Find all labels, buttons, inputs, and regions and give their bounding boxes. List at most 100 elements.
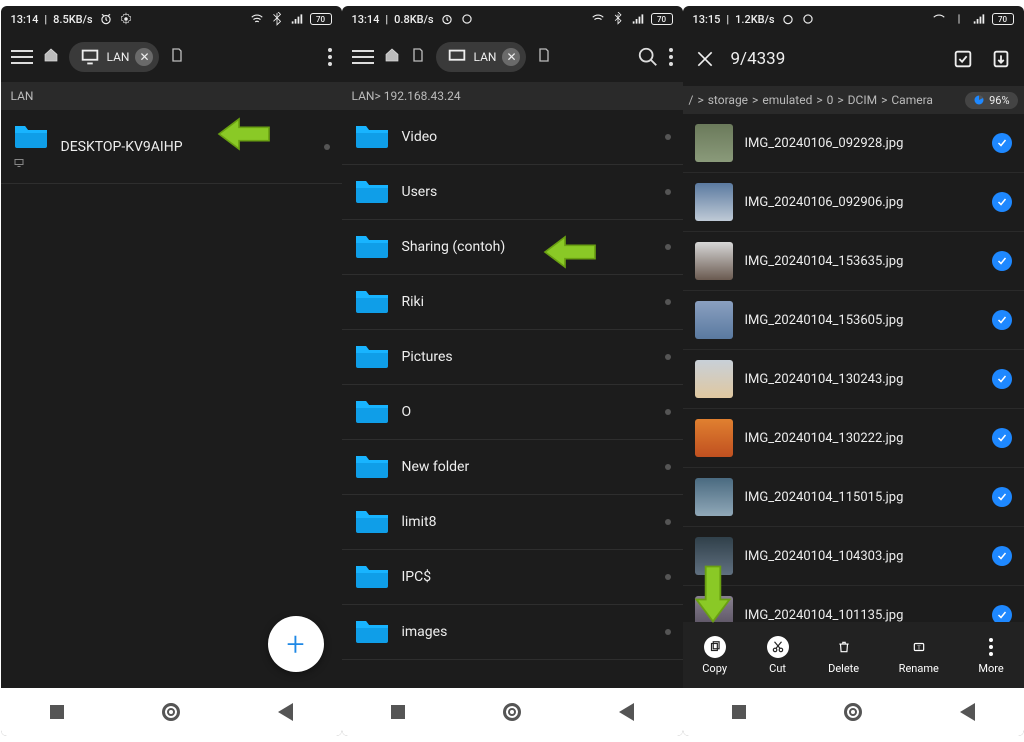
breadcrumb[interactable]: LAN: [1, 82, 342, 110]
crumb-segment[interactable]: >: [697, 93, 703, 107]
recent-apps-button[interactable]: [50, 705, 64, 719]
list-item[interactable]: Pictures: [342, 330, 683, 385]
sort-icon[interactable]: [990, 48, 1012, 70]
pie-icon: [973, 94, 985, 106]
thumbnail: [695, 419, 733, 457]
storage-chip[interactable]: 96%: [965, 92, 1017, 109]
bb-label: More: [978, 662, 1003, 675]
desktop-icon: [13, 154, 49, 173]
list-item[interactable]: DESKTOP-KV9AIHP: [1, 110, 342, 184]
checkmark-icon[interactable]: [992, 369, 1012, 389]
crumb-segment[interactable]: >: [837, 93, 843, 107]
list-item[interactable]: IMG_20240104_153605.jpg: [683, 291, 1024, 350]
checkmark-icon[interactable]: [992, 251, 1012, 271]
folder-icon: [354, 395, 390, 429]
back-button[interactable]: [278, 703, 293, 721]
checkmark-icon[interactable]: [992, 133, 1012, 153]
list-item[interactable]: limit8: [342, 495, 683, 550]
back-button[interactable]: [960, 703, 975, 721]
row-menu-icon[interactable]: [665, 244, 671, 250]
list-item[interactable]: IMG_20240106_092928.jpg: [683, 114, 1024, 173]
list-item[interactable]: IMG_20240104_153635.jpg: [683, 232, 1024, 291]
row-menu-icon[interactable]: [665, 299, 671, 305]
list-item[interactable]: images: [342, 605, 683, 660]
back-button[interactable]: [619, 703, 634, 721]
tab-lan[interactable]: LAN ✕: [69, 42, 160, 72]
row-menu-icon[interactable]: [665, 354, 671, 360]
file-list[interactable]: DESKTOP-KV9AIHP: [1, 110, 342, 688]
list-item[interactable]: Users: [342, 165, 683, 220]
crumb-segment[interactable]: DCIM: [848, 93, 877, 107]
more-button[interactable]: More: [978, 636, 1003, 675]
row-menu-icon[interactable]: [324, 144, 330, 150]
list-item[interactable]: IPC$: [342, 550, 683, 605]
home-icon[interactable]: [384, 47, 400, 67]
home-button[interactable]: [503, 703, 521, 721]
sd-icon-2[interactable]: [536, 47, 552, 67]
checkmark-icon[interactable]: [992, 428, 1012, 448]
close-tab-button[interactable]: ✕: [135, 48, 153, 66]
checkmark-icon[interactable]: [992, 546, 1012, 566]
cut-button[interactable]: Cut: [767, 636, 789, 675]
overflow-menu-icon[interactable]: [669, 48, 673, 66]
folder-icon: [354, 450, 390, 484]
list-item[interactable]: IMG_20240106_092906.jpg: [683, 173, 1024, 232]
list-item[interactable]: Sharing (contoh): [342, 220, 683, 275]
recent-apps-button[interactable]: [391, 705, 405, 719]
row-menu-icon[interactable]: [665, 134, 671, 140]
crumb-segment[interactable]: Camera: [891, 93, 933, 107]
search-icon[interactable]: [637, 46, 659, 68]
checkmark-icon[interactable]: [992, 310, 1012, 330]
overflow-menu-icon[interactable]: [328, 48, 332, 66]
checkmark-icon[interactable]: [992, 192, 1012, 212]
crumb-segment[interactable]: >: [752, 93, 758, 107]
fab-add-button[interactable]: +: [268, 616, 324, 672]
close-tab-button[interactable]: ✕: [502, 48, 520, 66]
home-button[interactable]: [844, 703, 862, 721]
crumb-segment[interactable]: >: [881, 93, 887, 107]
row-menu-icon[interactable]: [665, 629, 671, 635]
breadcrumb[interactable]: LAN> 192.168.43.24: [342, 82, 683, 110]
crumb-segment[interactable]: storage: [708, 93, 748, 107]
row-menu-icon[interactable]: [665, 574, 671, 580]
menu-icon[interactable]: [352, 50, 374, 64]
breadcrumb[interactable]: />storage>emulated>0>DCIM>Camera96%: [683, 86, 1024, 114]
file-list[interactable]: Video Users Sharing (contoh) Riki Pictur…: [342, 110, 683, 688]
list-item[interactable]: Video: [342, 110, 683, 165]
status-net: 1.2KB/s: [735, 13, 774, 26]
list-item[interactable]: O: [342, 385, 683, 440]
bluetooth-icon: [611, 12, 625, 26]
menu-icon[interactable]: [11, 50, 33, 64]
recent-apps-button[interactable]: [732, 705, 746, 719]
home-button[interactable]: [162, 703, 180, 721]
crumb-segment[interactable]: >: [816, 93, 822, 107]
tab-lan[interactable]: LAN ✕: [436, 42, 527, 72]
crumb-segment[interactable]: emulated: [762, 93, 812, 107]
row-menu-icon[interactable]: [665, 519, 671, 525]
screen-3: 13:15 | 1.2KB/s 70 9/4339 />storage>emul…: [683, 6, 1024, 736]
sd-icon[interactable]: [410, 47, 426, 67]
close-icon[interactable]: [695, 49, 715, 69]
list-item[interactable]: IMG_20240104_130222.jpg: [683, 409, 1024, 468]
row-menu-icon[interactable]: [665, 464, 671, 470]
sd-icon[interactable]: [169, 47, 185, 67]
list-item[interactable]: IMG_20240104_130243.jpg: [683, 350, 1024, 409]
list-item[interactable]: New folder: [342, 440, 683, 495]
list-item[interactable]: Riki: [342, 275, 683, 330]
rename-button[interactable]: T Rename: [899, 636, 939, 675]
select-all-icon[interactable]: [952, 48, 974, 70]
folder-icon: [354, 615, 390, 649]
crumb-segment[interactable]: 0: [827, 93, 834, 107]
android-navbar: [342, 688, 683, 736]
delete-button[interactable]: Delete: [828, 636, 859, 675]
checkmark-icon[interactable]: [992, 487, 1012, 507]
row-menu-icon[interactable]: [665, 189, 671, 195]
list-item[interactable]: IMG_20240104_115015.jpg: [683, 468, 1024, 527]
home-icon[interactable]: [43, 47, 59, 67]
crumb-segment[interactable]: /: [689, 93, 694, 107]
copy-button[interactable]: Copy: [702, 636, 727, 675]
wifi-icon: [932, 12, 946, 26]
thumbnail: [695, 301, 733, 339]
alarm-icon: [99, 12, 113, 26]
row-menu-icon[interactable]: [665, 409, 671, 415]
